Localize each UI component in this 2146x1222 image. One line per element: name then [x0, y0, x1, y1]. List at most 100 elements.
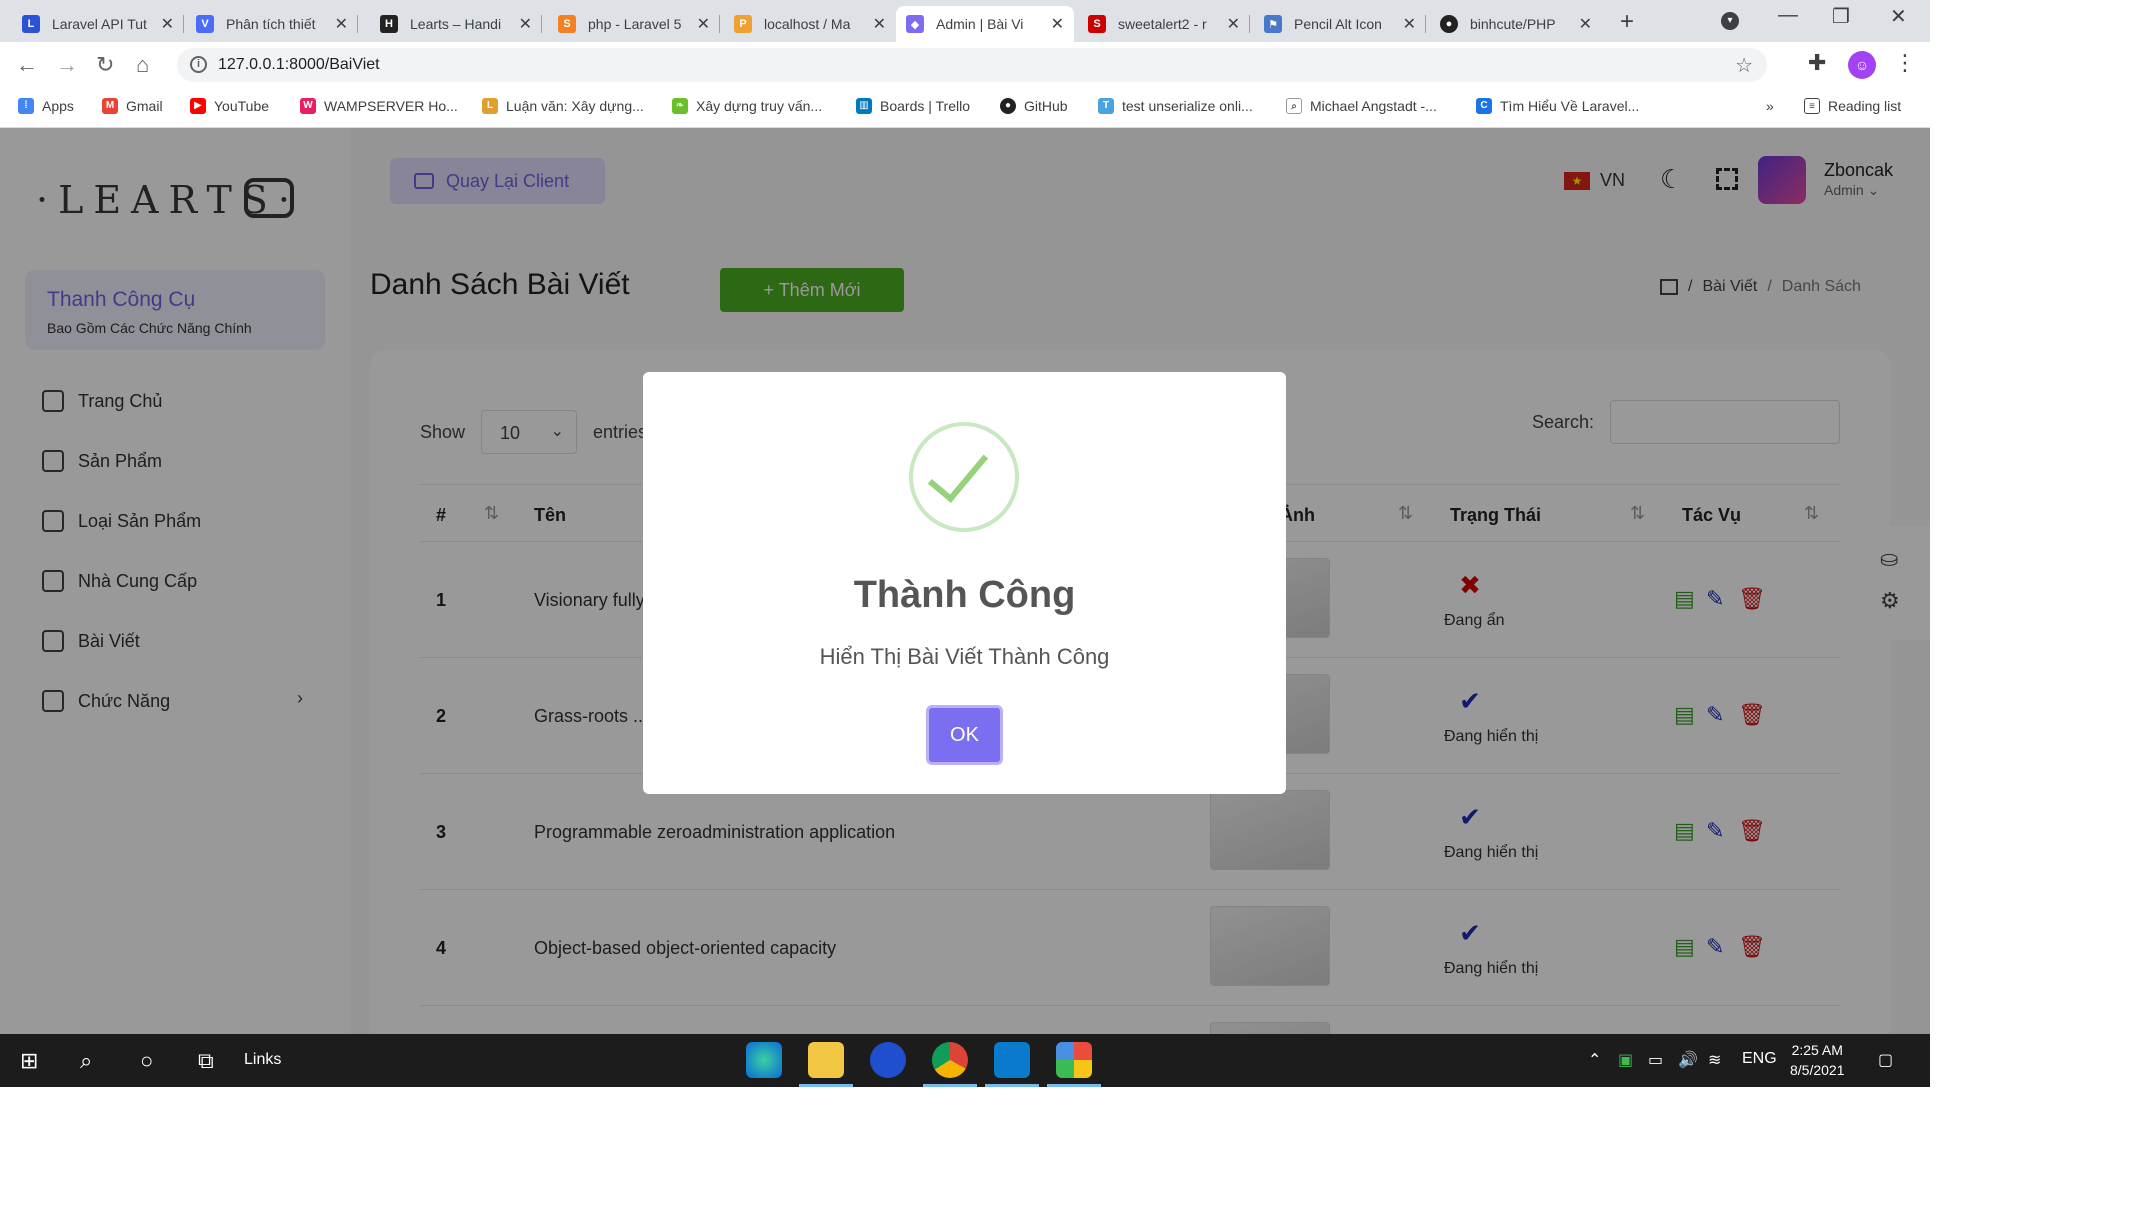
- ok-button[interactable]: OK: [926, 705, 1003, 765]
- notifications-icon[interactable]: ▢: [1878, 1050, 1893, 1070]
- file-explorer-icon[interactable]: [808, 1042, 844, 1078]
- forward-arrow-icon[interactable]: →: [56, 52, 78, 78]
- bookmark-laravel[interactable]: C Tìm Hiểu Về Laravel...: [1476, 98, 1639, 114]
- new-tab-button[interactable]: +: [1620, 8, 1634, 36]
- wifi-icon[interactable]: ≋: [1708, 1050, 1721, 1070]
- tab-title: localhost / Ma: [764, 16, 851, 32]
- window-close-icon[interactable]: ✕: [1890, 4, 1907, 29]
- tab-title: sweetalert2 - r: [1118, 16, 1207, 32]
- clock[interactable]: 2:25 AM 8/5/2021: [1790, 1040, 1845, 1080]
- tab-favicon-icon: P: [734, 15, 752, 33]
- tab-favicon-icon: ⚑: [1264, 15, 1282, 33]
- taskbar: ⊞ ⌕ ○ ⧉ Links ⌃ ▣ ▭ 🔊 ≋ ENG 2:25 AM 8/5/2…: [0, 1034, 1930, 1087]
- cortana-icon[interactable]: ○: [140, 1048, 153, 1074]
- browser-tab[interactable]: P localhost / Ma ✕: [724, 6, 896, 42]
- bookmark-xaydung[interactable]: ❧ Xây dựng truy vấn...: [672, 98, 822, 114]
- tab-title: Learts – Handi: [410, 16, 502, 32]
- tab-title: php - Laravel 5: [588, 16, 682, 32]
- bookmark-trello[interactable]: ▥ Boards | Trello: [856, 98, 970, 114]
- links-toolbar[interactable]: Links: [244, 1051, 281, 1069]
- doc-icon: L: [482, 98, 498, 114]
- bookmark-youtube[interactable]: ▶ YouTube: [190, 98, 269, 114]
- chrome-icon[interactable]: [932, 1042, 968, 1078]
- tab-favicon-icon: H: [380, 15, 398, 33]
- browser-tab[interactable]: S php - Laravel 5 ✕: [548, 6, 720, 42]
- screen: L Laravel API Tut ✕ V Phân tích thiết ✕ …: [0, 0, 1930, 1087]
- browser-tab[interactable]: V Phân tích thiết ✕: [186, 6, 358, 42]
- back-arrow-icon[interactable]: ←: [16, 52, 38, 78]
- tab-title: Pencil Alt Icon: [1294, 16, 1382, 32]
- tab-title: binhcute/PHP: [1470, 16, 1556, 32]
- tab-favicon-icon: ◆: [906, 15, 924, 33]
- tool-icon: T: [1098, 98, 1114, 114]
- reading-list[interactable]: ≡ Reading list: [1804, 98, 1901, 114]
- tab-title: Phân tích thiết: [226, 16, 316, 32]
- menu-kebab-icon[interactable]: ⋮: [1894, 50, 1916, 76]
- github-icon: ●: [1000, 98, 1016, 114]
- close-icon[interactable]: ✕: [1403, 14, 1416, 34]
- task-view-icon[interactable]: ⧉: [198, 1048, 214, 1074]
- minimize-icon[interactable]: —: [1778, 4, 1798, 27]
- close-icon[interactable]: ✕: [1227, 14, 1240, 34]
- tab-title: Laravel API Tut: [52, 16, 147, 32]
- reading-list-icon: ≡: [1804, 98, 1820, 114]
- bookmark-github[interactable]: ● GitHub: [1000, 98, 1068, 114]
- windows-start-icon[interactable]: ⊞: [20, 1048, 38, 1074]
- tray-chevron-up-icon[interactable]: ⌃: [1588, 1050, 1601, 1070]
- browser-tab[interactable]: ● binhcute/PHP ✕: [1430, 6, 1602, 42]
- bookmark-star-icon[interactable]: ☆: [1735, 53, 1753, 78]
- success-dialog: Thành Công Hiển Thị Bài Viết Thành Công …: [643, 372, 1286, 794]
- close-icon[interactable]: ✕: [1051, 14, 1064, 34]
- github-icon: ●: [1440, 15, 1458, 33]
- bookmarks-more[interactable]: »: [1766, 98, 1774, 114]
- bookmarks-bar: ⁞ Apps M Gmail ▶ YouTube W WAMPSERVER Ho... …: [0, 88, 1930, 128]
- apps-grid-icon: ⁞: [18, 98, 34, 114]
- browser-tab[interactable]: ⚑ Pencil Alt Icon ✕: [1254, 6, 1426, 42]
- bookmark-unserialize[interactable]: Ttest unserialize onli...: [1098, 98, 1253, 114]
- dialog-title: Thành Công: [853, 574, 1076, 616]
- restore-icon[interactable]: ❐: [1832, 4, 1850, 29]
- youtube-icon: ▶: [190, 98, 206, 114]
- browser-tab[interactable]: L Laravel API Tut ✕: [12, 6, 184, 42]
- bookmark-wampserver[interactable]: W WAMPSERVER Ho...: [300, 98, 458, 114]
- bookmark-gmail[interactable]: M Gmail: [102, 98, 163, 114]
- battery-icon[interactable]: ▭: [1648, 1050, 1663, 1070]
- close-icon[interactable]: ✕: [873, 14, 886, 34]
- address-bar[interactable]: i 127.0.0.1:8000/BaiViet ☆: [177, 48, 1767, 82]
- bookmark-luanvan[interactable]: L Luận văn: Xây dựng...: [482, 98, 644, 114]
- browser-tab[interactable]: S sweetalert2 - r ✕: [1078, 6, 1250, 42]
- sourcetree-icon[interactable]: [1056, 1042, 1092, 1078]
- close-icon[interactable]: ✕: [335, 14, 348, 34]
- c-icon: C: [1476, 98, 1492, 114]
- tab-favicon-icon: S: [1088, 15, 1106, 33]
- edge-icon[interactable]: [746, 1042, 782, 1078]
- extensions-icon[interactable]: ✚: [1808, 50, 1826, 76]
- vscode-icon[interactable]: [994, 1042, 1030, 1078]
- tab-title: Admin | Bài Vi: [936, 16, 1024, 32]
- trello-icon: ▥: [856, 98, 872, 114]
- dialog-message: Hiển Thị Bài Viết Thành Công: [819, 644, 1110, 669]
- site-info-icon[interactable]: i: [190, 56, 207, 73]
- reload-icon[interactable]: ↻: [96, 52, 114, 78]
- close-icon[interactable]: ✕: [1579, 14, 1592, 34]
- tab-search-icon[interactable]: ▾: [1721, 12, 1739, 30]
- close-icon[interactable]: ✕: [161, 14, 174, 34]
- tray-app-icon[interactable]: ▣: [1618, 1050, 1633, 1070]
- close-icon[interactable]: ✕: [519, 14, 532, 34]
- url-text[interactable]: 127.0.0.1:8000/BaiViet: [218, 56, 380, 74]
- close-icon[interactable]: ✕: [697, 14, 710, 34]
- bookmark-apps[interactable]: ⁞ Apps: [18, 98, 74, 114]
- volume-icon[interactable]: 🔊: [1678, 1050, 1698, 1070]
- profile-avatar-icon[interactable]: ☺: [1848, 51, 1876, 79]
- tab-strip: L Laravel API Tut ✕ V Phân tích thiết ✕ …: [0, 0, 1930, 42]
- input-language[interactable]: ENG: [1742, 1050, 1777, 1068]
- browser-tab[interactable]: H Learts – Handi ✕: [370, 6, 542, 42]
- search-icon[interactable]: ⌕: [80, 1048, 92, 1074]
- success-check-icon: [909, 422, 1019, 532]
- tab-favicon-icon: V: [196, 15, 214, 33]
- bookmark-angstadt[interactable]: ⌕ Michael Angstadt -...: [1286, 98, 1437, 114]
- home-icon[interactable]: ⌂: [136, 52, 149, 78]
- browser-tab-active[interactable]: ◆ Admin | Bài Vi ✕: [896, 6, 1074, 42]
- gmail-icon: M: [102, 98, 118, 114]
- app-icon[interactable]: [870, 1042, 906, 1078]
